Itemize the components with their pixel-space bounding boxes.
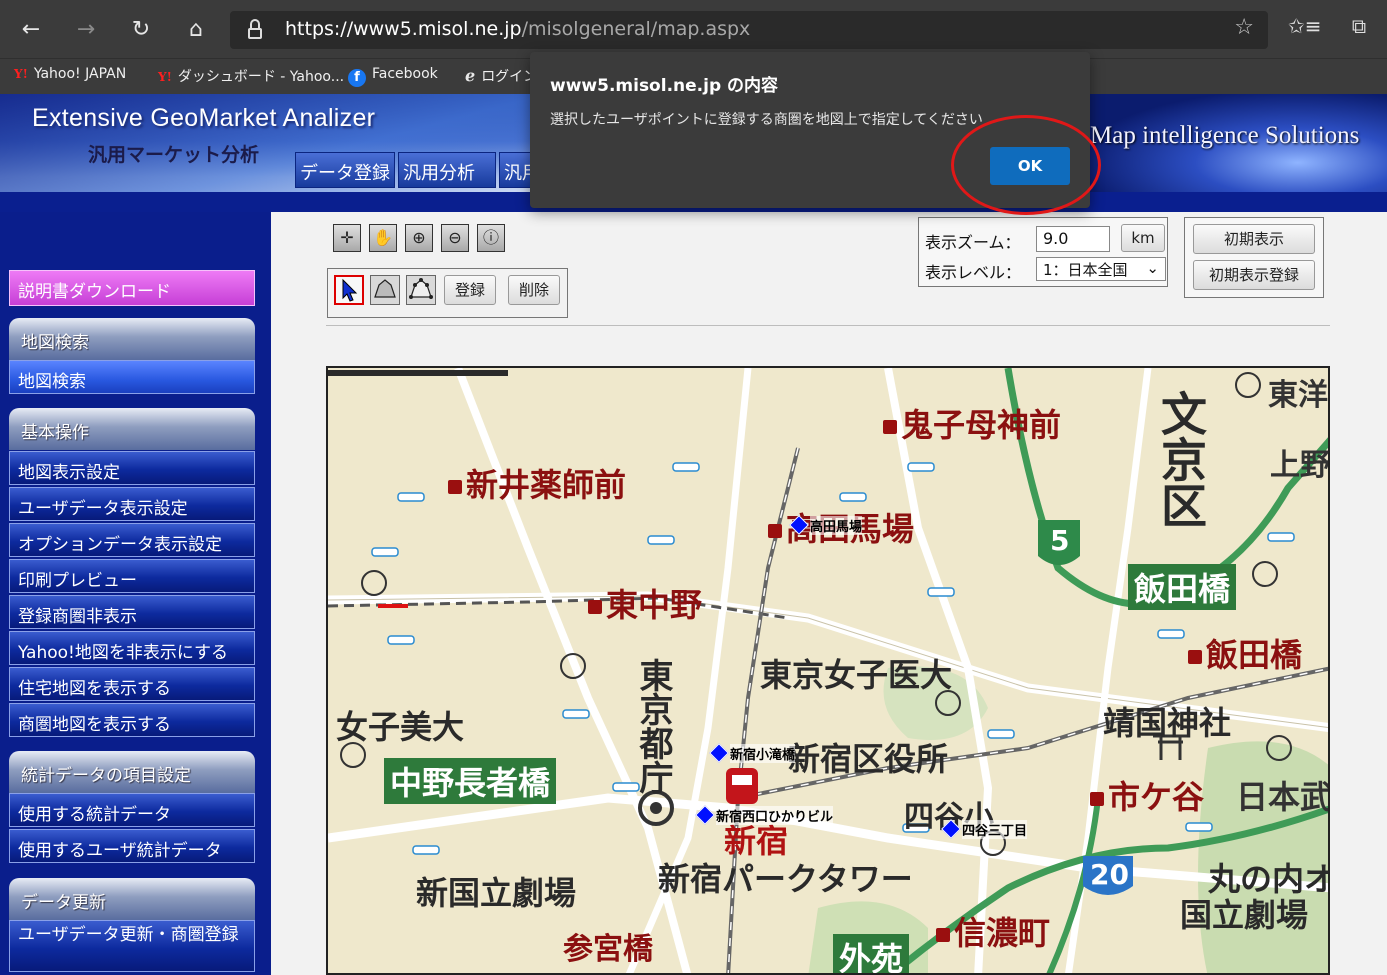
bookmark-dashboard[interactable]: Y! ダッシュボード - Yahoo... bbox=[158, 66, 344, 86]
divider bbox=[326, 325, 1330, 326]
sidebar: 説明書ダウンロード 地図検索 地図検索 基本操作 地図表示設定 ユーザデータ表示… bbox=[0, 212, 271, 975]
tab-data-register[interactable]: データ登録 bbox=[295, 152, 395, 188]
sidebar-item-user-data-update[interactable]: ユーザデータ更新・商圏登録 bbox=[9, 920, 255, 972]
lock-icon[interactable] bbox=[248, 19, 262, 39]
delete-button[interactable]: 削除 bbox=[508, 275, 560, 305]
map-label-kokuritsu-gekijo: 国立劇場 bbox=[1180, 896, 1309, 934]
circle-area-icon[interactable] bbox=[370, 275, 400, 305]
app-title: Extensive GeoMarket Analizer bbox=[32, 104, 376, 132]
section-statistics-settings: 統計データの項目設定 bbox=[9, 751, 255, 793]
collections-icon[interactable]: ⧉ bbox=[1343, 14, 1375, 38]
yahoo-icon: Y! bbox=[14, 67, 28, 81]
bookmark-login[interactable]: ℯ ログイン bbox=[465, 66, 537, 86]
section-data-update: データ更新 bbox=[9, 878, 255, 920]
level-label: 表示レベル： bbox=[925, 263, 1022, 282]
km-button[interactable]: km bbox=[1121, 224, 1165, 252]
map-label-iidabashi-box: 飯田橋 bbox=[1128, 564, 1237, 610]
zoom-label: 表示ズーム： bbox=[925, 233, 1021, 252]
map-label-iidabashi: 飯田橋 bbox=[1188, 630, 1302, 676]
sidebar-item-hide-yahoo-map[interactable]: Yahoo!地図を非表示にする bbox=[9, 631, 255, 665]
bookmark-yahoo-japan[interactable]: Y! Yahoo! JAPAN bbox=[14, 66, 126, 82]
zoom-input[interactable]: 9.0 bbox=[1036, 226, 1110, 252]
section-basic-operations: 基本操作 bbox=[9, 408, 255, 450]
route-20-shield: 20 bbox=[1090, 858, 1129, 891]
map-label-higashinakano: 東中野 bbox=[588, 580, 702, 626]
highlight-ring bbox=[951, 115, 1101, 215]
map-canvas[interactable]: 鬼子母神前 新井薬師前 高田馬場 東中野 文京区 上野 東洋 飯田橋 飯田橋 東… bbox=[326, 366, 1330, 975]
pan-hand-icon[interactable]: ✋ bbox=[369, 224, 397, 252]
main-panel: ✛ ✋ ⊕ ⊖ ⓘ 登録 削除 表示ズーム： 9.0 km 表示レベル： 1：日… bbox=[271, 212, 1387, 975]
initial-display-register-button[interactable]: 初期表示登録 bbox=[1193, 260, 1315, 290]
sidebar-item-map-display-settings[interactable]: 地図表示設定 bbox=[9, 451, 255, 485]
zoom-in-icon[interactable]: ⊕ bbox=[405, 224, 433, 252]
address-bar[interactable]: https://www5.misol.ne.jp/misolgeneral/ma… bbox=[230, 11, 1268, 49]
map-label-kishimojin: 鬼子母神前 bbox=[883, 400, 1061, 446]
level-select[interactable]: 1：日本全国 ⌄ bbox=[1036, 257, 1166, 281]
bookmark-facebook[interactable]: f Facebook bbox=[348, 66, 438, 87]
tab-general-analysis[interactable]: 汎用分析 bbox=[398, 152, 496, 188]
map-label-bunkyo: 文京区 bbox=[1154, 390, 1208, 528]
map-label-ueno: 上野 bbox=[1270, 448, 1330, 483]
tab-general[interactable]: 汎用 bbox=[499, 152, 531, 188]
sidebar-item-statistics-data[interactable]: 使用する統計データ bbox=[9, 793, 255, 827]
map-label-shinarai: 新井薬師前 bbox=[448, 460, 626, 506]
select-pointer-icon[interactable] bbox=[334, 275, 364, 305]
info-icon[interactable]: ⓘ bbox=[477, 224, 505, 252]
user-point-label: 高田馬場 bbox=[810, 516, 863, 535]
favorite-star-icon[interactable]: ☆ bbox=[1234, 15, 1254, 40]
user-point-label: 四谷三丁目 bbox=[962, 820, 1028, 839]
home-icon[interactable]: ⌂ bbox=[180, 14, 212, 46]
map-label-tochou: 東京都庁 bbox=[633, 658, 673, 794]
map-label-shinjuku-ward-office: 新宿区役所 bbox=[788, 740, 949, 778]
crosshair-icon[interactable]: ✛ bbox=[333, 224, 361, 252]
map-label-national-theater: 新国立劇場 bbox=[416, 874, 577, 912]
browser-toolbar: ← → ↻ ⌂ https://www5.misol.ne.jp/misolge… bbox=[0, 0, 1387, 58]
user-point-label: 新宿小滝橋 bbox=[730, 744, 796, 763]
route-5-shield: 5 bbox=[1050, 524, 1070, 557]
login-icon: ℯ bbox=[465, 66, 476, 85]
sidebar-item-show-residential-map[interactable]: 住宅地図を表示する bbox=[9, 667, 255, 701]
map-label-toyo: 東洋 bbox=[1268, 378, 1328, 413]
map-label-gaien: 外苑 bbox=[833, 934, 910, 973]
forward-icon[interactable]: → bbox=[70, 14, 102, 46]
zoom-out-icon[interactable]: ⊖ bbox=[441, 224, 469, 252]
favorites-icon[interactable]: ✩≡ bbox=[1288, 14, 1322, 38]
initial-display-button[interactable]: 初期表示 bbox=[1193, 224, 1315, 254]
polygon-area-icon[interactable] bbox=[406, 275, 436, 305]
tagline: Map intelligence Solutions bbox=[1090, 122, 1360, 149]
user-point-label: 新宿西口ひかりビル bbox=[716, 806, 834, 825]
app-subtitle: 汎用マーケット分析 bbox=[88, 144, 260, 166]
url-text[interactable]: https://www5.misol.ne.jp/misolgeneral/ma… bbox=[285, 18, 750, 40]
map-label-nakanochoja: 中野長者橋 bbox=[384, 758, 557, 804]
globe-banner: Map intelligence Solutions bbox=[1090, 94, 1387, 192]
sidebar-item-print-preview[interactable]: 印刷プレビュー bbox=[9, 559, 255, 593]
map-label-ichigaya: 市ケ谷 bbox=[1090, 772, 1204, 818]
map-label-joshiidai: 東京女子医大 bbox=[760, 656, 953, 694]
reload-icon[interactable]: ↻ bbox=[125, 14, 157, 46]
zoom-panel: 表示ズーム： 9.0 km 表示レベル： 1：日本全国 ⌄ bbox=[918, 217, 1168, 287]
section-map-search: 地図検索 bbox=[9, 318, 255, 360]
sidebar-item-user-statistics-data[interactable]: 使用するユーザ統計データ bbox=[9, 829, 255, 863]
sidebar-item-user-data-display[interactable]: ユーザデータ表示設定 bbox=[9, 487, 255, 521]
register-button[interactable]: 登録 bbox=[444, 275, 496, 305]
map-label-nihon-budokan: 日本武 bbox=[1236, 778, 1330, 816]
yahoo-icon: Y! bbox=[158, 70, 172, 84]
manual-download-button[interactable]: 説明書ダウンロード bbox=[9, 270, 255, 306]
sidebar-item-option-data-display[interactable]: オプションデータ表示設定 bbox=[9, 523, 255, 557]
map-label-shinanomachi: 信濃町 bbox=[936, 908, 1050, 954]
map-label-park-tower: 新宿パークタワー bbox=[658, 860, 913, 898]
initial-view-panel: 初期表示 初期表示登録 bbox=[1184, 217, 1324, 298]
back-icon[interactable]: ← bbox=[15, 14, 47, 46]
chevron-down-icon: ⌄ bbox=[1146, 259, 1159, 277]
facebook-icon: f bbox=[348, 69, 366, 87]
sidebar-item-map-search[interactable]: 地図検索 bbox=[9, 360, 255, 394]
map-label-sangubashi: 参宮橋 bbox=[563, 932, 653, 967]
dialog-message: 選択したユーザポイントに登録する商圏を地図上で指定してください bbox=[550, 112, 983, 128]
dialog-title: www5.misol.ne.jp の内容 bbox=[550, 76, 779, 96]
drawing-tools: 登録 削除 bbox=[327, 268, 568, 318]
map-label-joshibidai: 女子美大 bbox=[336, 708, 465, 746]
map-label-yasukuni: 靖国神社 bbox=[1103, 704, 1232, 742]
sidebar-item-hide-trade-areas[interactable]: 登録商圏非表示 bbox=[9, 595, 255, 629]
sidebar-item-show-trade-area-map[interactable]: 商圏地図を表示する bbox=[9, 703, 255, 737]
